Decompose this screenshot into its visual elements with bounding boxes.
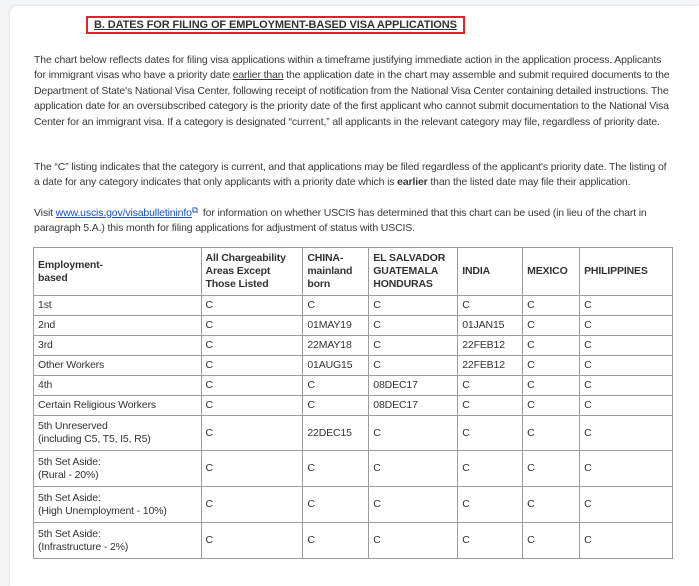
table-row: 4th C C 08DEC17 C C C bbox=[33, 375, 673, 396]
date-cell: C bbox=[368, 295, 459, 316]
date-cell: C bbox=[579, 375, 673, 396]
date-cell: C bbox=[522, 295, 581, 316]
category-cell: 1st bbox=[33, 295, 202, 316]
category-cell: Certain Religious Workers bbox=[33, 395, 202, 416]
table-row: 5th Set Aside: (High Unemployment - 10%) C… bbox=[33, 486, 673, 523]
external-link-icon[interactable]: ⧉ bbox=[192, 205, 198, 215]
date-cell: C bbox=[302, 375, 370, 396]
table-row: 5th Unreserved (including C5, T5, I5, R5)… bbox=[33, 415, 673, 451]
date-cell: C bbox=[200, 415, 304, 451]
column-header: All Chargeability Areas Except Those Liste… bbox=[200, 247, 304, 296]
date-cell: C bbox=[457, 295, 524, 316]
category-cell: 5th Set Aside: (Rural - 20%) bbox=[33, 450, 202, 487]
date-cell: C bbox=[368, 335, 459, 356]
table-row: 5th Set Aside: (Rural - 20%) C C C C C C bbox=[33, 450, 673, 487]
date-cell: 01JAN15 bbox=[457, 315, 524, 336]
column-header: INDIA bbox=[457, 247, 524, 296]
date-cell: C bbox=[579, 335, 673, 356]
date-cell: C bbox=[579, 486, 673, 523]
date-cell: 22FEB12 bbox=[457, 335, 524, 356]
date-cell: C bbox=[200, 486, 304, 523]
date-cell: C bbox=[522, 486, 581, 523]
date-cell: C bbox=[302, 395, 370, 416]
category-cell: 2nd bbox=[33, 315, 202, 336]
date-cell: C bbox=[522, 450, 581, 487]
date-cell: C bbox=[200, 450, 304, 487]
table-row: 2nd C 01MAY19 C 01JAN15 C C bbox=[33, 315, 673, 336]
date-cell: C bbox=[457, 450, 524, 487]
date-cell: C bbox=[200, 395, 304, 416]
intro-paragraph: The chart below reflects dates for filin… bbox=[34, 53, 674, 130]
date-cell: C bbox=[457, 395, 524, 416]
column-header: Employment-based bbox=[33, 247, 202, 296]
date-cell: C bbox=[457, 486, 524, 523]
column-header: CHINA-mainland born bbox=[302, 247, 370, 296]
date-cell: C bbox=[522, 375, 581, 396]
date-cell: C bbox=[579, 450, 673, 487]
date-cell: C bbox=[200, 315, 304, 336]
date-cell: C bbox=[457, 375, 524, 396]
date-cell: C bbox=[457, 522, 524, 559]
table-row: 5th Set Aside: (Infrastructure - 2%) C C C C C… bbox=[33, 522, 673, 559]
category-cell: Other Workers bbox=[33, 355, 202, 376]
date-cell: 22MAY18 bbox=[302, 335, 370, 356]
uscis-paragraph: Visit www.uscis.gov/visabulletininfo⧉ fo… bbox=[34, 203, 674, 237]
date-cell: C bbox=[200, 295, 304, 316]
table-row: 1st C C C C C C bbox=[33, 295, 673, 316]
date-cell: C bbox=[579, 295, 673, 316]
visit-text: Visit bbox=[34, 207, 56, 219]
date-cell: C bbox=[579, 315, 673, 336]
date-cell: C bbox=[579, 415, 673, 451]
column-header: EL SALVADOR GUATEMALA HONDURAS bbox=[368, 247, 459, 296]
date-cell: C bbox=[368, 315, 459, 336]
date-cell: C bbox=[302, 295, 370, 316]
date-cell: C bbox=[579, 522, 673, 559]
date-cell: C bbox=[200, 522, 304, 559]
category-cell: 5th Set Aside: (Infrastructure - 2%) bbox=[33, 522, 202, 559]
column-header: PHILIPPINES bbox=[579, 247, 673, 296]
date-cell: 22FEB12 bbox=[457, 355, 524, 376]
date-cell: C bbox=[522, 395, 581, 416]
date-cell: 08DEC17 bbox=[368, 395, 459, 416]
date-cell: C bbox=[522, 335, 581, 356]
date-cell: C bbox=[368, 415, 459, 451]
section-heading: B. DATES FOR FILING OF EMPLOYMENT-BASED … bbox=[86, 16, 465, 34]
date-cell: C bbox=[302, 522, 370, 559]
date-cell: 01MAY19 bbox=[302, 315, 370, 336]
date-cell: C bbox=[200, 335, 304, 356]
table-row: Other Workers C 01AUG15 C 22FEB12 C C bbox=[33, 355, 673, 376]
employment-visa-dates-table: Employment-based All Chargeability Areas E… bbox=[33, 247, 673, 559]
date-cell: 01AUG15 bbox=[302, 355, 370, 376]
category-cell: 5th Unreserved (including C5, T5, I5, R5) bbox=[33, 415, 202, 451]
date-cell: C bbox=[200, 355, 304, 376]
table-header-row: Employment-based All Chargeability Areas E… bbox=[33, 247, 673, 296]
date-cell: C bbox=[200, 375, 304, 396]
date-cell: C bbox=[368, 450, 459, 487]
category-cell: 5th Set Aside: (High Unemployment - 10%) bbox=[33, 486, 202, 523]
earlier-than-emphasis: earlier than bbox=[232, 69, 284, 82]
date-cell: C bbox=[368, 486, 459, 523]
category-cell: 4th bbox=[33, 375, 202, 396]
category-cell: 3rd bbox=[33, 335, 202, 356]
date-cell: C bbox=[302, 450, 370, 487]
current-listing-paragraph: The “C” listing indicates that the categ… bbox=[34, 160, 674, 191]
date-cell: C bbox=[457, 415, 524, 451]
date-cell: C bbox=[522, 315, 581, 336]
column-header: MEXICO bbox=[522, 247, 581, 296]
table-row: Certain Religious Workers C C 08DEC17 C C C bbox=[33, 395, 673, 416]
date-cell: C bbox=[302, 486, 370, 523]
date-cell: 22DEC15 bbox=[302, 415, 370, 451]
uscis-visa-bulletin-link[interactable]: www.uscis.gov/visabulletininfo bbox=[56, 207, 192, 219]
date-cell: C bbox=[368, 355, 459, 376]
date-cell: C bbox=[579, 395, 673, 416]
date-cell: C bbox=[368, 522, 459, 559]
date-cell: 08DEC17 bbox=[368, 375, 459, 396]
date-cell: C bbox=[579, 355, 673, 376]
date-cell: C bbox=[522, 415, 581, 451]
earlier-emphasis: earlier bbox=[397, 176, 428, 189]
current-text-end: than the listed date may file their appl… bbox=[427, 176, 631, 189]
table-row: 3rd C 22MAY18 C 22FEB12 C C bbox=[33, 335, 673, 356]
date-cell: C bbox=[522, 522, 581, 559]
date-cell: C bbox=[522, 355, 581, 376]
